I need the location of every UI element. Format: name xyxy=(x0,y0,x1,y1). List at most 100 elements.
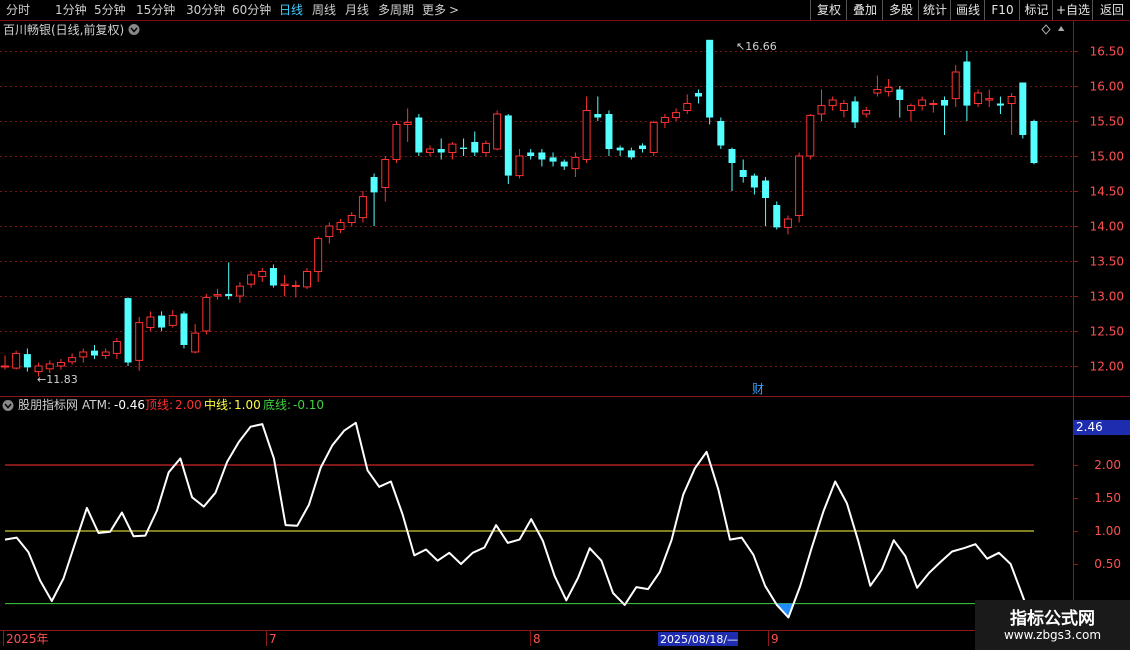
candle-down xyxy=(750,175,758,188)
candle-down xyxy=(762,180,770,198)
atm-value: -0.46 xyxy=(114,398,145,412)
price-tick-1600: 16.00 xyxy=(1090,80,1124,94)
candle-up xyxy=(571,156,580,170)
candle-up xyxy=(168,315,177,326)
candle-down xyxy=(941,100,949,106)
atm-current-marker: 2.46 xyxy=(1076,420,1103,434)
candle-up xyxy=(582,110,591,160)
candle-up xyxy=(481,142,490,153)
candle-down xyxy=(504,115,512,176)
candle-down xyxy=(627,150,635,158)
title-dropdown-icon[interactable] xyxy=(128,24,140,35)
watermark-title: 指标公式网 xyxy=(1010,609,1095,629)
price-tick-1350: 13.50 xyxy=(1090,255,1124,269)
candle-up xyxy=(884,86,893,93)
ind-tick-150: 1.50 xyxy=(1094,491,1121,505)
mid-label: 中线: xyxy=(204,397,232,412)
candle-up xyxy=(336,222,345,230)
crosshair-date: 2025/08/18/— xyxy=(660,633,738,646)
candle-up xyxy=(347,215,356,223)
candle-up xyxy=(862,110,871,115)
top-label: 顶线: xyxy=(145,398,173,412)
candle-up xyxy=(146,316,155,328)
candle-up xyxy=(817,105,826,115)
candle-down xyxy=(594,114,602,118)
date-label-2025: 2025年 xyxy=(6,632,49,646)
candle-up xyxy=(426,148,435,153)
ind-tick-050: 0.50 xyxy=(1094,557,1121,571)
bottom-label: 底线: xyxy=(263,397,291,412)
mid-value: 1.00 xyxy=(234,398,261,412)
candle-up xyxy=(101,351,110,356)
candle-down xyxy=(1030,121,1038,163)
high-arrow: ↖ xyxy=(736,40,745,53)
date-label-aug: 8 xyxy=(533,632,541,646)
candle-down xyxy=(460,147,468,149)
low-price: 11.83 xyxy=(46,373,78,386)
candle-up xyxy=(828,99,837,107)
candle-down xyxy=(527,152,535,156)
candle-up xyxy=(135,322,144,361)
date-label-jul: 7 xyxy=(269,632,277,646)
candle-up xyxy=(381,159,390,188)
candle-down xyxy=(225,293,233,296)
candle-down xyxy=(739,170,747,177)
watermark-url: www.zbgs3.com xyxy=(1003,628,1102,642)
price-tick-1500: 15.00 xyxy=(1090,150,1124,164)
candle-down xyxy=(706,39,714,118)
candle-down xyxy=(996,103,1004,106)
price-tick-1300: 13.00 xyxy=(1090,290,1124,304)
candle-up xyxy=(493,113,502,150)
candle-down xyxy=(471,142,479,153)
indicator-name: 股朋指标网 xyxy=(18,397,78,412)
date-label-sep: 9 xyxy=(771,632,779,646)
finance-event-marker[interactable]: 财 xyxy=(752,382,764,396)
candle-up xyxy=(213,294,222,297)
candle-up xyxy=(202,296,211,332)
candle-down xyxy=(963,61,971,106)
candle-down xyxy=(415,117,423,153)
candle-up xyxy=(34,365,43,373)
candle-down xyxy=(23,354,31,368)
price-tick-1650: 16.50 xyxy=(1090,45,1124,59)
chart-area[interactable]: 百川畅银(日线,前复权) 股朋指标网 ATM: -0.46 顶线: 2.00 中… xyxy=(0,0,1130,650)
candle-up xyxy=(235,285,244,297)
candle-up xyxy=(918,99,927,107)
triangle-icon[interactable] xyxy=(1058,26,1065,31)
price-tick-1400: 14.00 xyxy=(1090,220,1124,234)
candle-up xyxy=(45,363,54,370)
candle-up xyxy=(1,365,9,368)
candle-up xyxy=(985,98,994,101)
ind-tick-100: 1.00 xyxy=(1094,524,1121,538)
site-watermark: 指标公式网 www.zbgs3.com xyxy=(975,600,1130,650)
candle-up xyxy=(906,105,915,111)
candle-up xyxy=(660,117,669,123)
candle-down xyxy=(90,350,98,356)
candle-up xyxy=(649,121,658,154)
candle-up xyxy=(783,218,792,228)
candle-down xyxy=(124,298,132,363)
candle-up xyxy=(1007,96,1016,104)
diamond-icon[interactable] xyxy=(1041,24,1051,35)
indicator-dropdown-icon[interactable] xyxy=(2,400,14,411)
candle-up xyxy=(672,112,681,118)
candle-down xyxy=(605,114,613,149)
candle-down xyxy=(896,89,904,100)
stock-title: 百川畅银(日线,前复权) xyxy=(3,22,124,37)
bottom-value: -0.10 xyxy=(293,398,324,412)
candle-up xyxy=(806,114,815,157)
candle-up xyxy=(358,196,367,219)
atm-label: ATM: xyxy=(82,398,111,412)
price-tick-1450: 14.50 xyxy=(1090,185,1124,199)
candle-up xyxy=(280,283,289,287)
candle-up xyxy=(873,89,882,94)
candle-up xyxy=(258,271,267,277)
candle-down xyxy=(538,152,546,160)
atm-line xyxy=(4,421,1035,628)
candle-up xyxy=(191,332,200,353)
candle-up xyxy=(12,352,21,369)
candle-up xyxy=(403,121,412,126)
ind-tick-200: 2.00 xyxy=(1094,458,1121,472)
top-value: 2.00 xyxy=(175,398,202,412)
candle-down xyxy=(158,315,166,328)
